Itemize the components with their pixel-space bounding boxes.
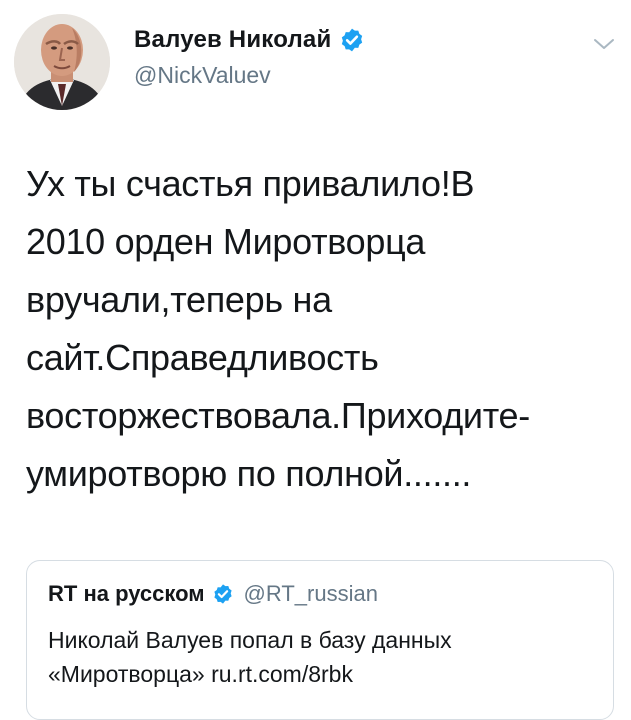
tweet-text-line: восторжествовала.Приходите- <box>26 395 530 436</box>
quoted-tweet-text: Николай Валуев попал в базу данных «Миро… <box>48 623 608 691</box>
avatar-image <box>14 14 110 110</box>
tweet-text-line: умиротворю по полной....... <box>26 453 472 494</box>
quoted-text-line: Николай Валуев попал в базу данных <box>48 627 452 653</box>
tweet-text-line: Ух ты счастья привалило!В <box>26 163 475 204</box>
quoted-author-handle: @RT_russian <box>243 581 378 606</box>
tweet-card: Валуев Николай @NickValuev Ух ты счастья… <box>0 0 631 720</box>
quoted-author-name: RT на русском <box>48 581 205 606</box>
verified-badge-icon <box>213 584 232 604</box>
chevron-down-icon[interactable] <box>591 34 617 54</box>
tweet-text: Ух ты счастья привалило!В 2010 орден Мир… <box>26 155 616 503</box>
verified-badge-icon <box>342 28 363 52</box>
author-name-row: Валуев Николай <box>134 26 365 54</box>
quoted-text-line: «Миротворца» ru.rt.com/8rbk <box>48 661 353 687</box>
avatar[interactable] <box>14 14 110 110</box>
tweet-text-line: сайт.Справедливость <box>26 337 379 378</box>
author-handle[interactable]: @NickValuev <box>134 62 271 89</box>
quoted-tweet[interactable]: RT на русском @RT_russian Николай Валуев… <box>26 560 614 720</box>
quoted-tweet-header: RT на русском @RT_russian <box>48 581 378 607</box>
tweet-text-line: 2010 орден Миротворца <box>26 221 426 262</box>
tweet-text-line: вручали,теперь на <box>26 279 332 320</box>
author-name[interactable]: Валуев Николай <box>134 26 331 54</box>
